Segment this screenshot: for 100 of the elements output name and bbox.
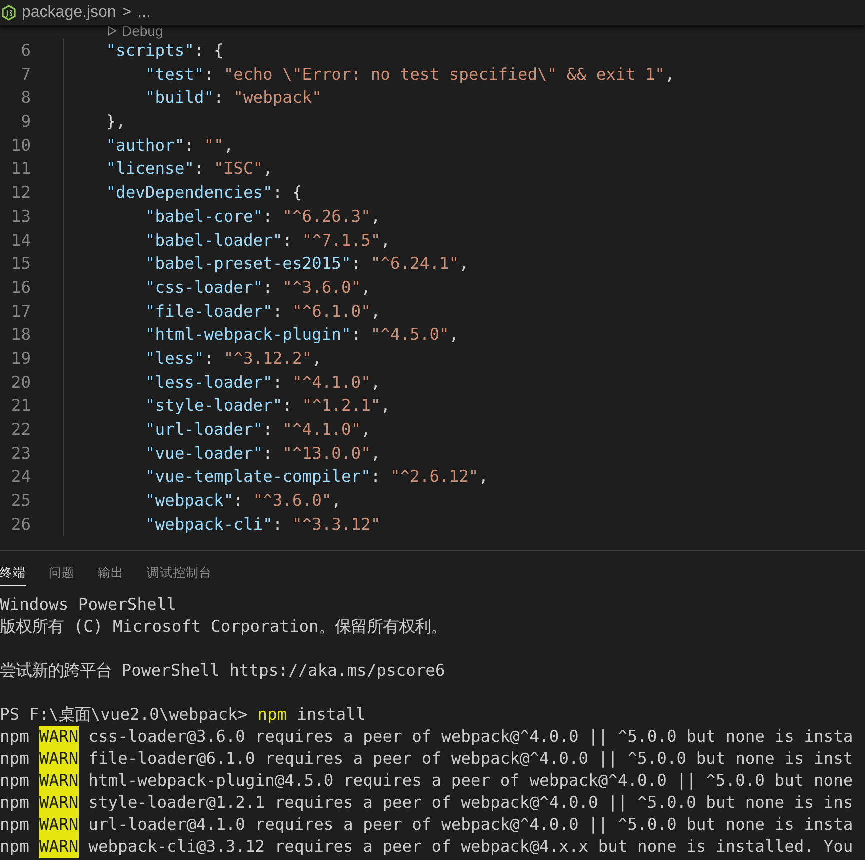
panel-tab[interactable]: 终端	[0, 562, 26, 586]
line-number: 18	[10, 324, 31, 346]
json-punctuation: :	[272, 372, 284, 394]
warn-badge: WARN	[39, 748, 79, 770]
json-key: "file-loader"	[67, 300, 273, 324]
command-args: install	[297, 704, 366, 726]
panel-tab[interactable]: 输出	[98, 562, 124, 586]
line-number: 24	[10, 466, 31, 488]
json-punctuation: :	[214, 87, 225, 110]
json-punctuation: :	[194, 158, 206, 180]
json-punctuation: ,	[312, 348, 322, 370]
json-punctuation: :	[184, 134, 196, 157]
breadcrumb-more[interactable]: ...	[138, 0, 151, 24]
warning-message: html-webpack-plugin@4.5.0 requires a peer of webpack@^4.0.0 || ^5.0.0 but none	[88, 770, 854, 792]
json-punctuation: ,	[380, 230, 390, 252]
json-key: "webpack"	[67, 489, 234, 513]
line-number: 12	[10, 182, 31, 204]
terminal-prompt: PS F:\桌面\vue2.0\webpack>	[0, 704, 248, 726]
json-string: "^13.0.0"	[282, 442, 371, 465]
json-punctuation: :	[234, 490, 244, 512]
command-name: npm	[258, 704, 288, 726]
line-number: 22	[10, 419, 31, 441]
json-string: "^1.2.1"	[302, 395, 381, 418]
json-key: "author"	[67, 134, 185, 158]
json-punctuation: ,	[370, 300, 381, 323]
json-punctuation: :	[204, 348, 216, 370]
play-icon	[108, 26, 117, 36]
json-punctuation: :	[263, 276, 274, 299]
json-punctuation: :	[263, 206, 274, 228]
line-number: 26	[10, 514, 31, 536]
line-number: 23	[10, 442, 31, 465]
json-punctuation: : {	[272, 182, 302, 204]
json-key: "css-loader"	[67, 276, 264, 300]
npm-prefix: npm	[0, 814, 30, 836]
json-string: "ISC"	[214, 158, 264, 180]
panel-tab[interactable]: 调试控制台	[147, 562, 212, 586]
json-punctuation: :	[282, 230, 294, 252]
json-string: "^3.12.2"	[224, 348, 312, 370]
json-punctuation: ,	[370, 206, 381, 228]
json-string: "^4.5.0"	[370, 324, 450, 346]
json-key: "babel-core"	[67, 204, 264, 228]
json-string: "^6.26.3"	[282, 206, 371, 228]
line-number: 15	[10, 253, 31, 276]
json-punctuation: ,	[664, 64, 675, 86]
breadcrumb-file[interactable]: package.json	[22, 0, 116, 24]
terminal-line: 版权所有 (C) Microsoft Corporation。保留所有权利。	[0, 617, 447, 636]
json-key: "vue-loader"	[67, 442, 264, 466]
json-key: "style-loader"	[67, 394, 283, 418]
json-punctuation: ,	[361, 276, 371, 299]
json-punctuation: :	[351, 253, 362, 276]
warning-message: style-loader@1.2.1 requires a peer of webpack@^4.0.0 || ^5.0.0 but none is ins	[88, 792, 854, 814]
json-string: "echo \"Error: no test specified\" && exit 1"	[224, 64, 665, 86]
json-string: "^3.6.0"	[282, 276, 362, 299]
panel-tab[interactable]: 问题	[49, 562, 75, 586]
json-key: "less-loader"	[67, 370, 273, 394]
line-number: 25	[10, 490, 31, 512]
warn-badge: WARN	[39, 836, 79, 858]
warning-message: url-loader@4.1.0 requires a peer of webpack@^4.0.0 || ^5.0.0 but none is insta	[88, 814, 854, 836]
npm-prefix: npm	[0, 770, 30, 792]
json-punctuation: },	[105, 111, 126, 134]
json-key: "html-webpack-plugin"	[67, 323, 352, 347]
line-number: 13	[10, 206, 31, 228]
json-string: "^3.3.12"	[292, 514, 381, 536]
warning-message: webpack-cli@3.3.12 requires a peer of webpack@4.x.x but none is installed. You	[88, 836, 854, 858]
json-string: "^6.1.0"	[292, 300, 371, 323]
warning-message: file-loader@6.1.0 requires a peer of webpack@^4.0.0 || ^5.0.0 but none is inst	[88, 748, 854, 770]
npm-prefix: npm	[0, 726, 30, 748]
line-number: 20	[10, 372, 31, 394]
warn-badge: WARN	[39, 792, 79, 814]
json-punctuation: ,	[263, 158, 273, 180]
line-number: 16	[10, 276, 31, 299]
json-key: "babel-preset-es2015"	[67, 252, 352, 276]
json-key: "vue-template-compiler"	[67, 465, 371, 490]
json-string: "webpack"	[234, 87, 322, 110]
json-punctuation: :	[351, 324, 362, 346]
npm-prefix: npm	[0, 792, 30, 814]
debug-codelens[interactable]: Debug	[122, 23, 164, 39]
npm-prefix: npm	[0, 748, 30, 770]
json-key: "build"	[67, 86, 214, 110]
line-number: 7	[20, 64, 31, 86]
json-punctuation: ,	[380, 395, 390, 418]
json-punctuation: :	[282, 395, 294, 418]
json-punctuation: ,	[449, 324, 460, 346]
json-key: "babel-loader"	[67, 228, 283, 252]
json-string: "^7.1.5"	[302, 230, 381, 252]
line-number: 19	[10, 348, 31, 370]
npm-prefix: npm	[0, 836, 30, 858]
line-number: 14	[10, 230, 31, 252]
json-punctuation: ,	[361, 419, 371, 441]
json-punctuation: ,	[370, 442, 381, 465]
json-punctuation: :	[263, 419, 274, 441]
line-number: 6	[20, 40, 31, 62]
line-number: 17	[10, 300, 31, 323]
json-key: "url-loader"	[67, 418, 264, 442]
line-number: 9	[20, 111, 31, 134]
json-punctuation: :	[272, 300, 284, 323]
terminal-line: 尝试新的跨平台 PowerShell https://aka.ms/pscore6	[0, 661, 446, 680]
line-number: 11	[10, 158, 31, 180]
json-string: "^2.6.12"	[390, 466, 479, 488]
line-number: 21	[10, 395, 31, 418]
